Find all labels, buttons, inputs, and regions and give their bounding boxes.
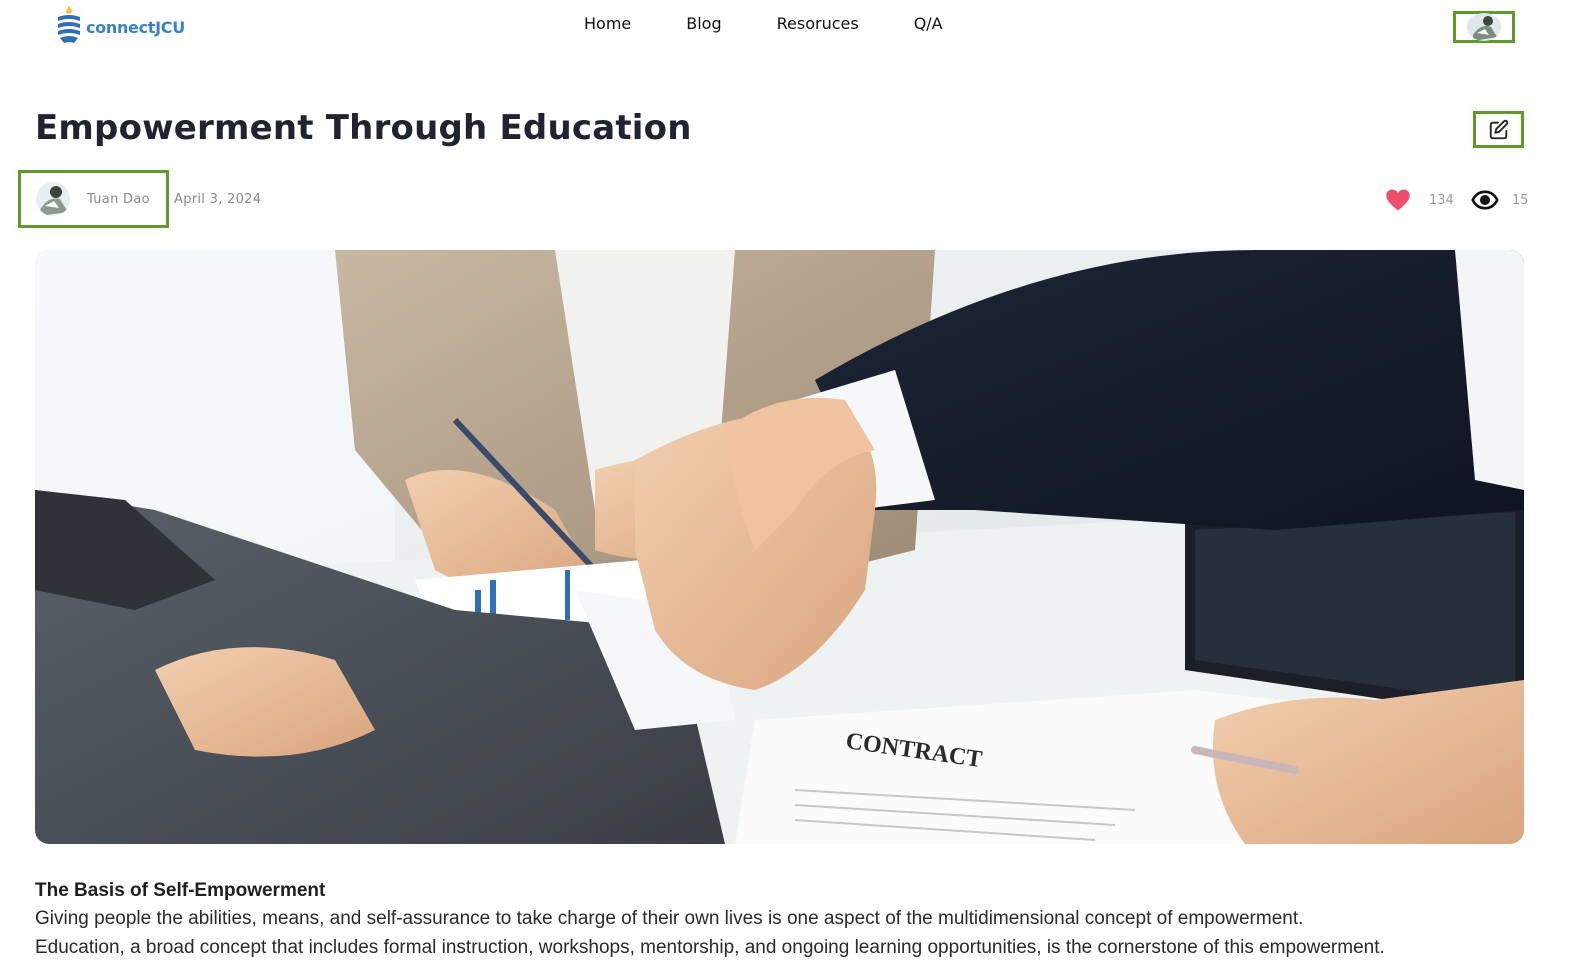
site-logo[interactable]: connectJCU — [56, 4, 185, 46]
edit-icon — [1489, 119, 1508, 139]
post-hero-image: CONTRACT — [35, 250, 1524, 844]
profile-menu-button[interactable] — [1453, 11, 1515, 43]
nav-resources[interactable]: Resoruces — [777, 14, 859, 33]
logo-text: connectJCU — [86, 17, 185, 37]
main-nav: Home Blog Resoruces Q/A — [584, 14, 943, 33]
user-avatar — [1467, 13, 1501, 41]
like-count: 134 — [1429, 192, 1454, 208]
handshake-photo: CONTRACT — [35, 250, 1524, 844]
site-header: connectJCU Home Blog Resoruces Q/A — [0, 0, 1583, 56]
nav-blog[interactable]: Blog — [686, 14, 721, 33]
author-name: Tuan Dao — [87, 191, 150, 207]
post-title: Empowerment Through Education — [35, 108, 692, 148]
section-heading: The Basis of Self-Empowerment — [35, 880, 326, 901]
post-stats: 134 15 — [1384, 186, 1528, 214]
paragraph-2: Education, a broad concept that includes… — [35, 937, 1385, 958]
nav-home[interactable]: Home — [584, 14, 631, 33]
logo-icon — [58, 5, 80, 43]
author-avatar — [36, 182, 70, 216]
author-chip[interactable]: Tuan Dao — [18, 170, 169, 228]
paragraph-1: Giving people the abilities, means, and … — [35, 908, 1304, 929]
post-date: April 3, 2024 — [174, 192, 262, 207]
view-count: 15 — [1511, 192, 1529, 208]
edit-post-button[interactable] — [1473, 111, 1524, 148]
eye-icon — [1471, 190, 1499, 210]
nav-qa[interactable]: Q/A — [914, 14, 943, 33]
heart-icon[interactable] — [1384, 186, 1412, 214]
post-body: The Basis of Self-Empowerment Giving peo… — [35, 878, 1535, 962]
